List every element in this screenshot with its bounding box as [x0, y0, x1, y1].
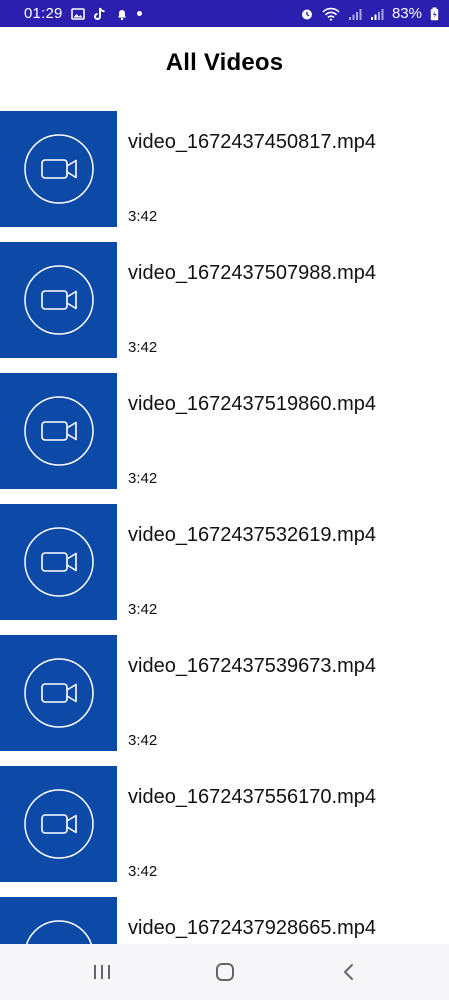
video-camera-icon	[23, 527, 94, 597]
video-name: video_1672437556170.mp4	[128, 786, 376, 808]
image-icon	[70, 7, 85, 21]
video-list[interactable]: video_1672437450817.mp4 3:42 video_16724…	[0, 111, 449, 944]
video-camera-icon	[23, 265, 94, 335]
video-thumbnail	[0, 504, 117, 620]
video-list-item[interactable]: video_1672437450817.mp4 3:42	[0, 111, 449, 242]
video-name: video_1672437450817.mp4	[128, 131, 376, 153]
navigation-bar	[0, 944, 449, 1000]
back-button[interactable]	[318, 952, 378, 992]
signal-icon-2	[370, 7, 384, 21]
video-camera-icon	[23, 396, 94, 466]
wifi-icon	[322, 7, 340, 21]
video-thumbnail	[0, 111, 117, 227]
video-name: video_1672437532619.mp4	[128, 524, 376, 546]
status-left: 01:29	[24, 5, 142, 22]
video-thumbnail	[0, 373, 117, 489]
video-duration: 3:42	[128, 208, 158, 225]
signal-icon	[348, 7, 362, 21]
alarm-icon	[300, 7, 314, 21]
video-name: video_1672437928665.mp4	[128, 917, 376, 939]
video-camera-icon	[23, 134, 94, 204]
status-bar: 01:29 83%	[0, 0, 449, 27]
video-duration: 3:42	[128, 601, 158, 618]
video-list-item[interactable]: video_1672437507988.mp4 3:42	[0, 242, 449, 373]
video-thumbnail	[0, 242, 117, 358]
header: All Videos	[0, 27, 449, 99]
video-list-item[interactable]: video_1672437532619.mp4 3:42	[0, 504, 449, 635]
video-camera-icon	[25, 920, 92, 944]
recent-apps-icon	[93, 965, 110, 979]
video-camera-icon	[23, 789, 94, 859]
video-list-item[interactable]: video_1672437556170.mp4 3:42	[0, 766, 449, 897]
video-camera-icon	[23, 658, 94, 728]
home-icon	[215, 963, 234, 981]
video-duration: 3:42	[128, 339, 158, 356]
screen: 01:29 83% All Videos video_1672437450817…	[0, 0, 449, 1000]
home-button[interactable]	[195, 952, 255, 992]
back-icon	[343, 964, 353, 980]
video-thumbnail	[0, 766, 117, 882]
video-duration: 3:42	[128, 470, 158, 487]
video-thumbnail	[0, 897, 117, 944]
dot-icon	[136, 11, 142, 16]
video-name: video_1672437519860.mp4	[128, 393, 376, 415]
bell-icon	[115, 7, 129, 21]
video-duration: 3:42	[128, 732, 158, 749]
video-list-item[interactable]: video_1672437928665.mp4	[0, 897, 449, 944]
video-list-item[interactable]: video_1672437519860.mp4 3:42	[0, 373, 449, 504]
battery-icon	[430, 7, 439, 21]
video-name: video_1672437507988.mp4	[128, 262, 376, 284]
status-right: 83%	[300, 5, 439, 22]
page-title: All Videos	[165, 49, 284, 76]
tiktok-icon	[93, 7, 107, 21]
battery-percent: 83%	[391, 5, 422, 22]
video-duration: 3:42	[128, 863, 158, 880]
recent-apps-button[interactable]	[72, 952, 132, 992]
status-time: 01:29	[24, 5, 63, 22]
video-list-item[interactable]: video_1672437539673.mp4 3:42	[0, 635, 449, 766]
video-name: video_1672437539673.mp4	[128, 655, 376, 677]
video-thumbnail	[0, 635, 117, 751]
